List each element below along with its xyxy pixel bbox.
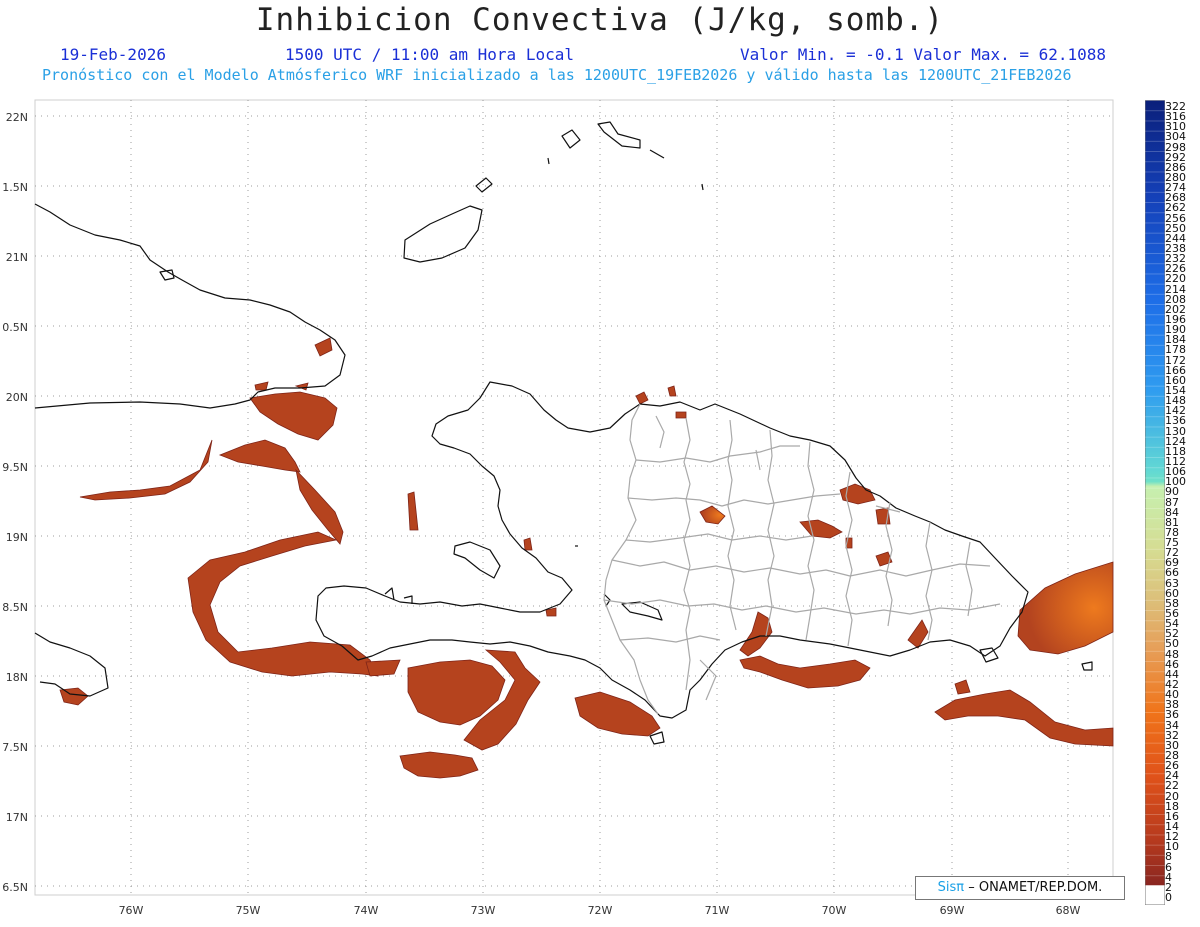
coastlines (34, 121, 1093, 745)
shaded-areas (59, 337, 1114, 779)
sis-logo-text: Sisπ (937, 880, 965, 895)
legend-label: 0 (1165, 891, 1172, 904)
graticule (35, 100, 1113, 895)
legend-colorbar (1145, 100, 1165, 905)
credit-box: Sisπ – ONAMET/REP.DOM. (915, 876, 1125, 900)
map-canvas (34, 99, 1114, 896)
map-frame (34, 99, 1114, 896)
credit-text: – ONAMET/REP.DOM. (968, 880, 1103, 895)
